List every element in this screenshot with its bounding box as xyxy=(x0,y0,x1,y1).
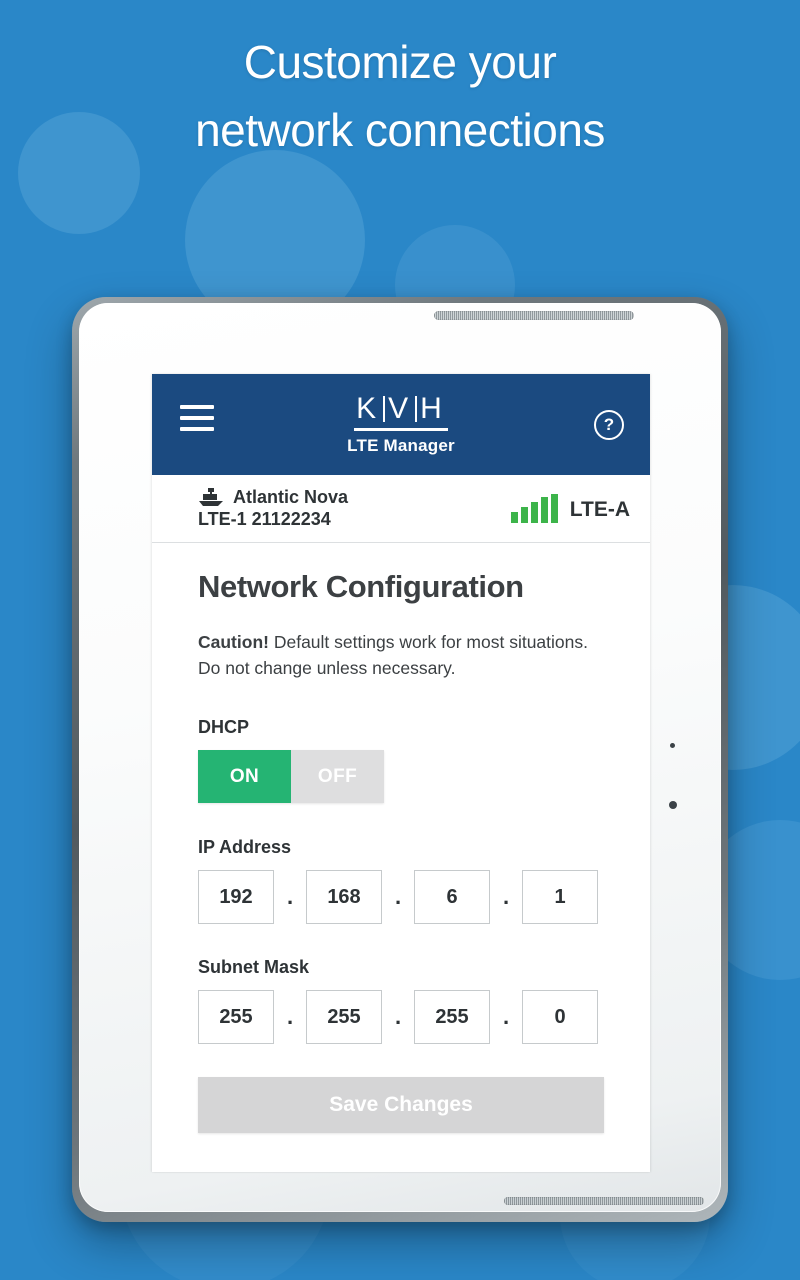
ip-address-label: IP Address xyxy=(198,837,292,857)
kvh-logo-separator xyxy=(415,396,418,422)
caution-lead: Caution! xyxy=(198,632,269,652)
caution-text: Caution! Default settings work for most … xyxy=(198,629,604,681)
camera-dot-icon xyxy=(669,801,677,809)
ship-icon xyxy=(199,487,223,506)
network-type-label: LTE-A xyxy=(569,498,630,521)
tablet-bezel: SAMSUNG KVH LTE Manager ? xyxy=(79,303,721,1212)
octet-separator: . xyxy=(394,884,402,909)
promo-screenshot: Customize your network connections SAMSU… xyxy=(0,0,800,1280)
subnet-mask-row: 255 . 255 . 255 . 0 xyxy=(198,990,604,1044)
dhcp-on-option[interactable]: ON xyxy=(198,750,291,803)
signal-bar xyxy=(510,512,518,523)
signal-bar xyxy=(540,497,548,523)
promo-headline: Customize your network connections xyxy=(0,28,800,164)
subnet-octet-1-input[interactable]: 255 xyxy=(198,990,274,1044)
tablet-screen: KVH LTE Manager ? Atlantic Nova LTE-1 21… xyxy=(152,374,650,1172)
signal-bars-icon xyxy=(510,494,558,523)
ip-octet-4-input[interactable]: 1 xyxy=(522,870,598,924)
ip-address-group: IP Address 192 . 168 . 6 . 1 xyxy=(198,837,604,924)
octet-separator: . xyxy=(502,884,510,909)
page-body: Network Configuration Caution! Default s… xyxy=(152,543,650,1133)
dhcp-toggle[interactable]: ON OFF xyxy=(198,750,384,803)
kvh-logo: KVH xyxy=(354,392,448,431)
device-id: LTE-1 21122234 xyxy=(198,509,331,529)
signal-bar xyxy=(530,502,538,523)
kvh-logo-letter-v: V xyxy=(388,392,413,425)
ip-address-row: 192 . 168 . 6 . 1 xyxy=(198,870,604,924)
speaker-grille-bottom xyxy=(504,1197,704,1205)
signal-block: LTE-A xyxy=(510,494,630,523)
dhcp-group: DHCP ON OFF xyxy=(198,717,604,803)
signal-bar xyxy=(550,494,558,523)
octet-separator: . xyxy=(502,1004,510,1029)
vessel-name: Atlantic Nova xyxy=(233,487,349,507)
ip-octet-3-input[interactable]: 6 xyxy=(414,870,490,924)
dhcp-label: DHCP xyxy=(198,717,250,737)
signal-bar xyxy=(520,507,528,523)
dhcp-off-option[interactable]: OFF xyxy=(291,750,384,803)
app-brand-block: KVH LTE Manager xyxy=(152,392,650,456)
status-strip: Atlantic Nova LTE-1 21122234 LTE-A xyxy=(152,475,650,543)
speaker-grille-top xyxy=(434,311,634,320)
subnet-octet-3-input[interactable]: 255 xyxy=(414,990,490,1044)
app-subtitle: LTE Manager xyxy=(347,436,455,455)
promo-headline-line-2: network connections xyxy=(195,104,605,156)
app-bar: KVH LTE Manager ? xyxy=(152,374,650,475)
vessel-block: Atlantic Nova LTE-1 21122234 xyxy=(198,486,511,531)
ip-octet-1-input[interactable]: 192 xyxy=(198,870,274,924)
promo-headline-line-1: Customize your xyxy=(243,36,557,88)
ip-octet-2-input[interactable]: 168 xyxy=(306,870,382,924)
octet-separator: . xyxy=(286,1004,294,1029)
kvh-logo-separator xyxy=(383,396,386,422)
kvh-logo-letter-h: H xyxy=(420,392,446,425)
octet-separator: . xyxy=(286,884,294,909)
subnet-octet-4-input[interactable]: 0 xyxy=(522,990,598,1044)
octet-separator: . xyxy=(394,1004,402,1029)
sensor-dot-icon xyxy=(670,743,675,748)
kvh-logo-letter-k: K xyxy=(356,392,381,425)
vessel-name-row: Atlantic Nova xyxy=(198,486,511,508)
page-title: Network Configuration xyxy=(198,569,524,604)
subnet-mask-group: Subnet Mask 255 . 255 . 255 . 0 xyxy=(198,957,604,1044)
subnet-octet-2-input[interactable]: 255 xyxy=(306,990,382,1044)
save-changes-button[interactable]: Save Changes xyxy=(198,1077,604,1133)
tablet-device: SAMSUNG KVH LTE Manager ? xyxy=(72,297,728,1222)
subnet-mask-label: Subnet Mask xyxy=(198,957,310,977)
help-icon[interactable]: ? xyxy=(594,410,624,440)
